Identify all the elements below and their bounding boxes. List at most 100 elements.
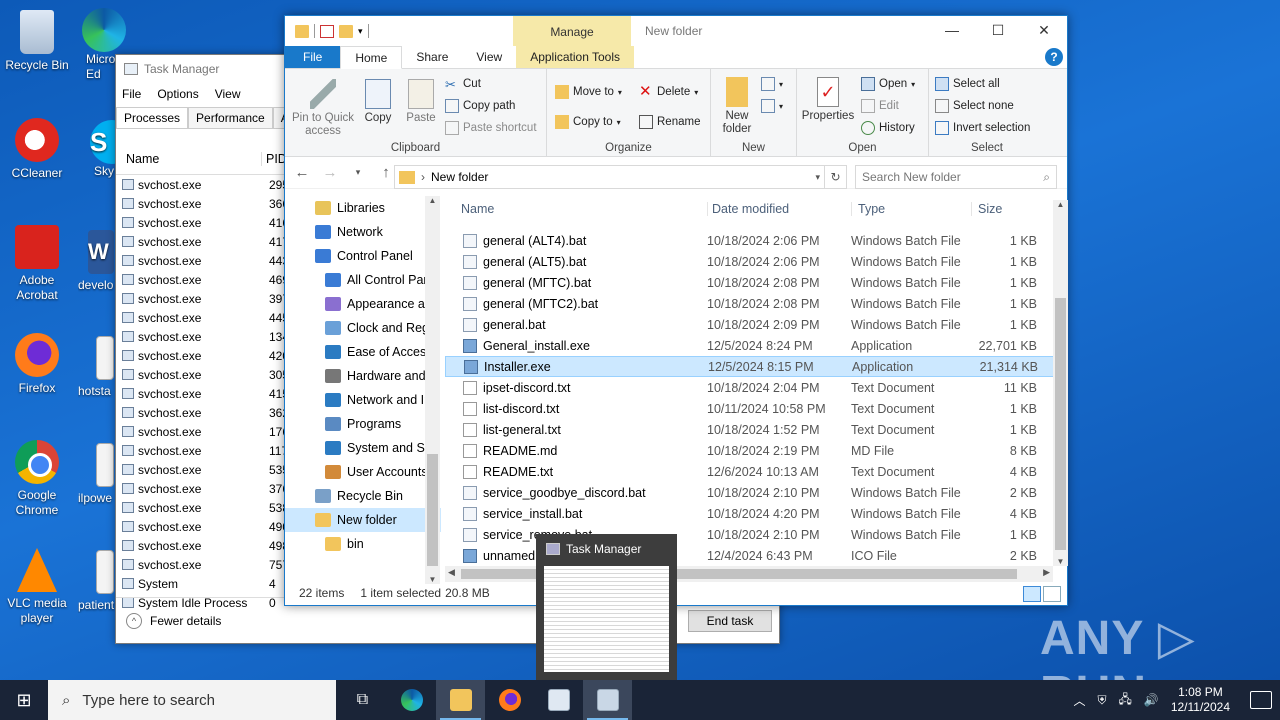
paste-shortcut-button[interactable]: Paste shortcut (445, 121, 537, 135)
paste-button[interactable]: Paste (401, 79, 441, 125)
tab-processes[interactable]: Processes (116, 107, 189, 128)
desktop-icon-firefox[interactable]: Firefox (0, 333, 74, 396)
delete-button[interactable]: ✕ Delete ▾ (639, 84, 698, 99)
file-row[interactable]: list-discord.txt 10/11/2024 10:58 PM Text … (445, 398, 1055, 419)
copy-button[interactable]: Copy (359, 79, 397, 125)
address-bar[interactable]: › New folder ▾ (394, 165, 825, 189)
tab-file[interactable]: File (285, 46, 341, 68)
nav-item[interactable]: Programs (285, 412, 441, 436)
taskbar-task-manager[interactable] (583, 680, 632, 720)
edit-button[interactable]: Edit (861, 99, 899, 113)
nav-item[interactable]: Libraries (285, 196, 441, 220)
shield-icon[interactable]: ⛨ (1097, 693, 1106, 708)
clock[interactable]: 1:08 PM 12/11/2024 (1171, 685, 1230, 715)
tab-view[interactable]: View (462, 46, 516, 68)
history-button[interactable]: History (861, 121, 915, 135)
column-name[interactable]: Name (445, 202, 707, 216)
navigation-scrollbar[interactable]: ▲ ▼ (425, 196, 440, 584)
scrollbar-thumb[interactable] (1055, 298, 1066, 550)
taskbar-edge[interactable] (387, 680, 436, 720)
properties-button[interactable]: ✓ Properties (799, 77, 857, 123)
end-task-button[interactable]: End task (688, 609, 772, 632)
windows-start-icon[interactable]: ⊞ (0, 680, 48, 720)
file-row[interactable]: general (МГТС2).bat 10/18/2024 2:08 PM Win… (445, 293, 1055, 314)
scroll-left-icon[interactable]: ◀ (448, 567, 455, 578)
file-row[interactable]: list-general.txt 10/18/2024 1:52 PM Text D… (445, 419, 1055, 440)
scroll-down-icon[interactable]: ▼ (1053, 557, 1068, 566)
notification-icon[interactable] (1250, 691, 1272, 709)
menu-file[interactable]: File (122, 87, 141, 101)
file-row[interactable]: general (ALT5).bat 10/18/2024 2:06 PM Wind… (445, 251, 1055, 272)
scroll-right-icon[interactable]: ▶ (1043, 567, 1050, 578)
file-list-scrollbar[interactable]: ▲ ▼ (1053, 200, 1068, 566)
back-arrow-icon[interactable]: ← (293, 164, 311, 181)
column-type[interactable]: Type (851, 202, 971, 216)
pin-to-quick-access-button[interactable]: Pin to Quick access (289, 79, 357, 138)
select-none-button[interactable]: Select none (935, 99, 1014, 113)
forward-arrow-icon[interactable]: → (321, 164, 339, 181)
nav-item[interactable]: Clock and Regi (285, 316, 441, 340)
tab-share[interactable]: Share (402, 46, 462, 68)
desktop-icon-acrobat[interactable]: Adobe Acrobat (0, 225, 74, 303)
scroll-up-icon[interactable]: ▲ (425, 196, 440, 205)
task-view-button[interactable]: ⧉ (338, 680, 387, 720)
nav-item[interactable]: New folder (285, 508, 441, 532)
select-all-button[interactable]: Select all (935, 77, 1000, 91)
rename-button[interactable]: Rename (639, 115, 700, 129)
easy-access-button[interactable]: ▾ (761, 99, 783, 113)
refresh-icon[interactable]: ↻ (825, 165, 847, 189)
breadcrumb[interactable]: New folder (431, 170, 488, 184)
open-button[interactable]: Open ▾ (861, 77, 915, 91)
address-dropdown-icon[interactable]: ▾ (815, 172, 824, 183)
nav-item[interactable]: Hardware and (285, 364, 441, 388)
nav-item[interactable]: bin (285, 532, 441, 556)
nav-item[interactable]: Network and In (285, 388, 441, 412)
nav-item[interactable]: System and Se (285, 436, 441, 460)
file-row[interactable]: general (ALT4).bat 10/18/2024 2:06 PM Wind… (445, 230, 1055, 251)
scroll-up-icon[interactable]: ▲ (1053, 200, 1068, 209)
window-thumbnail[interactable] (544, 566, 669, 672)
desktop-icon-recycle-bin[interactable]: Recycle Bin (0, 10, 74, 73)
taskbar-search-box[interactable]: ⌕ Type here to search (48, 680, 336, 720)
nav-item[interactable]: Appearance an (285, 292, 441, 316)
file-explorer-window[interactable]: ▾ Manage New folder — ☐ ✕ File Home Shar… (284, 15, 1068, 606)
close-icon[interactable]: ✕ (1021, 16, 1067, 46)
file-row[interactable]: general.bat 10/18/2024 2:09 PM Windows Bat… (445, 314, 1055, 335)
nav-item[interactable]: Recycle Bin (285, 484, 441, 508)
menu-options[interactable]: Options (157, 87, 198, 101)
title-bar[interactable]: ▾ Manage New folder — ☐ ✕ (285, 16, 1067, 46)
file-row[interactable]: service_goodbye_discord.bat 10/18/2024 2:… (445, 482, 1055, 503)
nav-item[interactable]: All Control Par (285, 268, 441, 292)
details-view-icon[interactable] (1023, 586, 1041, 602)
column-name[interactable]: Name (116, 152, 261, 166)
desktop-icon-word-doc[interactable]: W develo (78, 230, 116, 293)
copy-to-button[interactable]: Copy to ▾ (555, 115, 621, 129)
file-row[interactable]: README.md 10/18/2024 2:19 PM MD File 8 KB (445, 440, 1055, 461)
desktop-icon-skype[interactable]: S Sky (90, 120, 118, 179)
invert-selection-button[interactable]: Invert selection (935, 121, 1030, 135)
maximize-icon[interactable]: ☐ (975, 16, 1021, 46)
tab-performance[interactable]: Performance (188, 107, 273, 128)
menu-view[interactable]: View (215, 87, 241, 101)
network-icon[interactable]: 🖧 (1118, 690, 1131, 711)
column-pid[interactable]: PID (261, 152, 287, 166)
taskbar-thumbnail-preview[interactable]: Task Manager (536, 534, 677, 680)
nav-item[interactable]: Ease of Access (285, 340, 441, 364)
search-input[interactable]: Search New folder ⌕ (855, 165, 1057, 189)
file-row[interactable]: README.txt 12/6/2024 10:13 AM Text Documen… (445, 461, 1055, 482)
taskbar-file-explorer[interactable] (436, 680, 485, 720)
customize-toolbar-icon[interactable]: ▾ (358, 26, 363, 37)
file-row[interactable]: general (МГТС).bat 10/18/2024 2:08 PM Wind… (445, 272, 1055, 293)
taskbar-firefox[interactable] (485, 680, 534, 720)
nav-item[interactable]: User Accounts (285, 460, 441, 484)
file-row[interactable]: service_install.bat 10/18/2024 4:20 PM Win… (445, 503, 1055, 524)
nav-item[interactable]: Network (285, 220, 441, 244)
large-icons-view-icon[interactable] (1043, 586, 1061, 602)
desktop-icon-chrome[interactable]: Google Chrome (0, 440, 74, 518)
file-row[interactable]: General_install.exe 12/5/2024 8:24 PM Appl… (445, 335, 1055, 356)
properties-icon[interactable] (320, 24, 334, 38)
volume-icon[interactable]: 🔊 (1144, 693, 1159, 707)
taskbar-app[interactable] (534, 680, 583, 720)
desktop-icon-file[interactable]: patient (78, 550, 116, 613)
fewer-details-button[interactable]: ^ Fewer details (126, 612, 221, 629)
